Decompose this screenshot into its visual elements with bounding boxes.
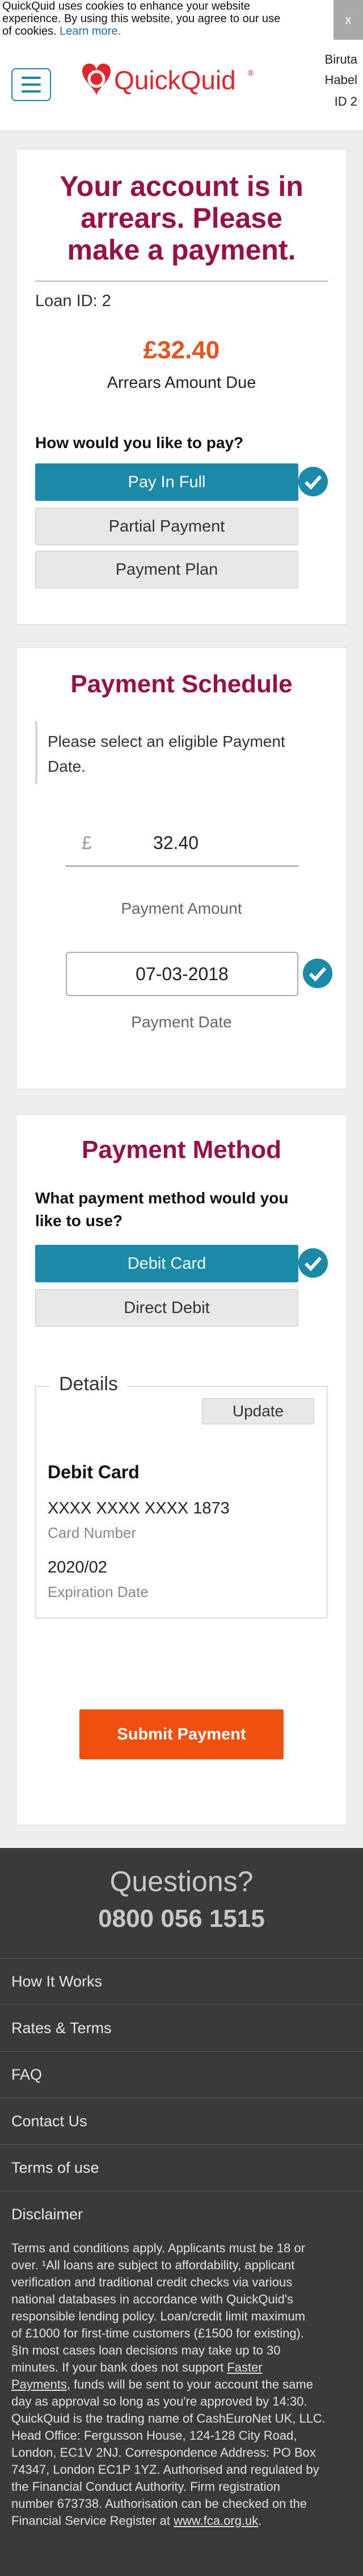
instruction-bar — [35, 721, 37, 784]
arrears-title: Your account is in arrears. Please make … — [60, 170, 303, 266]
payment-date-input[interactable]: 07-03-2018 — [66, 952, 298, 996]
footer-link-terms-of-use[interactable]: Terms of use — [0, 2144, 363, 2191]
user-first-name: Biruta — [324, 52, 357, 66]
card-type: Debit Card — [48, 1462, 140, 1482]
payment-plan-button[interactable]: Payment Plan — [35, 551, 298, 588]
divider — [35, 281, 328, 282]
check-icon — [298, 1248, 328, 1278]
submit-payment-button[interactable]: Submit Payment — [79, 1709, 284, 1759]
cookie-close-button[interactable]: x — [334, 0, 363, 40]
cookie-banner: QuickQuid uses cookies to enhance your w… — [0, 0, 363, 40]
amount-underline — [66, 865, 298, 867]
legal-text: Terms and conditions apply. Applicants m… — [11, 2241, 326, 2528]
cookie-message: QuickQuid uses cookies to enhance your w… — [2, 0, 281, 37]
direct-debit-button[interactable]: Direct Debit — [35, 1289, 298, 1327]
schedule-instruction: Please select an eligible Payment Date. — [48, 733, 285, 775]
faster-payments-link[interactable]: Faster — [227, 2360, 262, 2374]
quickquid-logo[interactable]: QuickQuid ® — [65, 54, 258, 111]
payment-method-title: Payment Method — [81, 1136, 282, 1164]
expiry-date: 2020/02 — [48, 1558, 107, 1576]
arrears-amount-label: Arrears Amount Due — [107, 374, 256, 392]
user-last-name: Habel — [324, 73, 357, 87]
payment-amount-label: Payment Amount — [121, 900, 242, 917]
footer-link-rates-terms[interactable]: Rates & Terms — [0, 2005, 363, 2051]
user-id: ID 2 — [334, 94, 357, 108]
arrears-amount: £32.40 — [143, 336, 220, 364]
details-legend: Details — [50, 1373, 127, 1395]
footer-link-disclaimer[interactable]: Disclaimer — [0, 2191, 363, 2238]
svg-text:QuickQuid: QuickQuid — [114, 65, 236, 95]
footer-link-contact-us[interactable]: Contact Us — [0, 2098, 363, 2144]
heart-logo-icon — [82, 63, 111, 96]
expiry-date-label: Expiration Date — [48, 1583, 149, 1600]
pay-question: How would you like to pay? — [35, 434, 244, 451]
method-question: What payment method would you like to us… — [35, 1189, 289, 1230]
update-button[interactable]: Update — [202, 1398, 314, 1424]
payment-schedule-title: Payment Schedule — [70, 670, 293, 698]
check-icon — [303, 959, 332, 988]
footer-phone[interactable]: 0800 056 1515 — [0, 1905, 363, 1933]
learn-more-link[interactable]: Learn more. — [60, 25, 121, 37]
currency-symbol: £ — [82, 833, 92, 853]
partial-payment-button[interactable]: Partial Payment — [35, 508, 298, 545]
footer-questions: Questions? — [109, 1866, 254, 1897]
debit-card-button[interactable]: Debit Card — [35, 1245, 298, 1282]
pay-in-full-button[interactable]: Pay In Full — [35, 463, 298, 501]
footer-link-how-it-works[interactable]: How It Works — [0, 1958, 363, 2005]
loan-id: Loan ID: 2 — [35, 292, 111, 310]
faster-payments-link-2[interactable]: Payments — [11, 2377, 67, 2391]
card-number-label: Card Number — [48, 1524, 137, 1541]
footer-link-faq[interactable]: FAQ — [0, 2051, 363, 2098]
fca-link[interactable]: www.fca.org.uk — [174, 2514, 258, 2528]
payment-amount-input[interactable]: 32.40 — [102, 833, 250, 854]
menu-button[interactable] — [11, 68, 51, 101]
hamburger-icon — [22, 77, 41, 79]
check-icon — [298, 467, 328, 496]
svg-text:®: ® — [248, 68, 254, 77]
card-number: XXXX XXXX XXXX 1873 — [48, 1499, 230, 1517]
payment-date-label: Payment Date — [131, 1013, 232, 1031]
